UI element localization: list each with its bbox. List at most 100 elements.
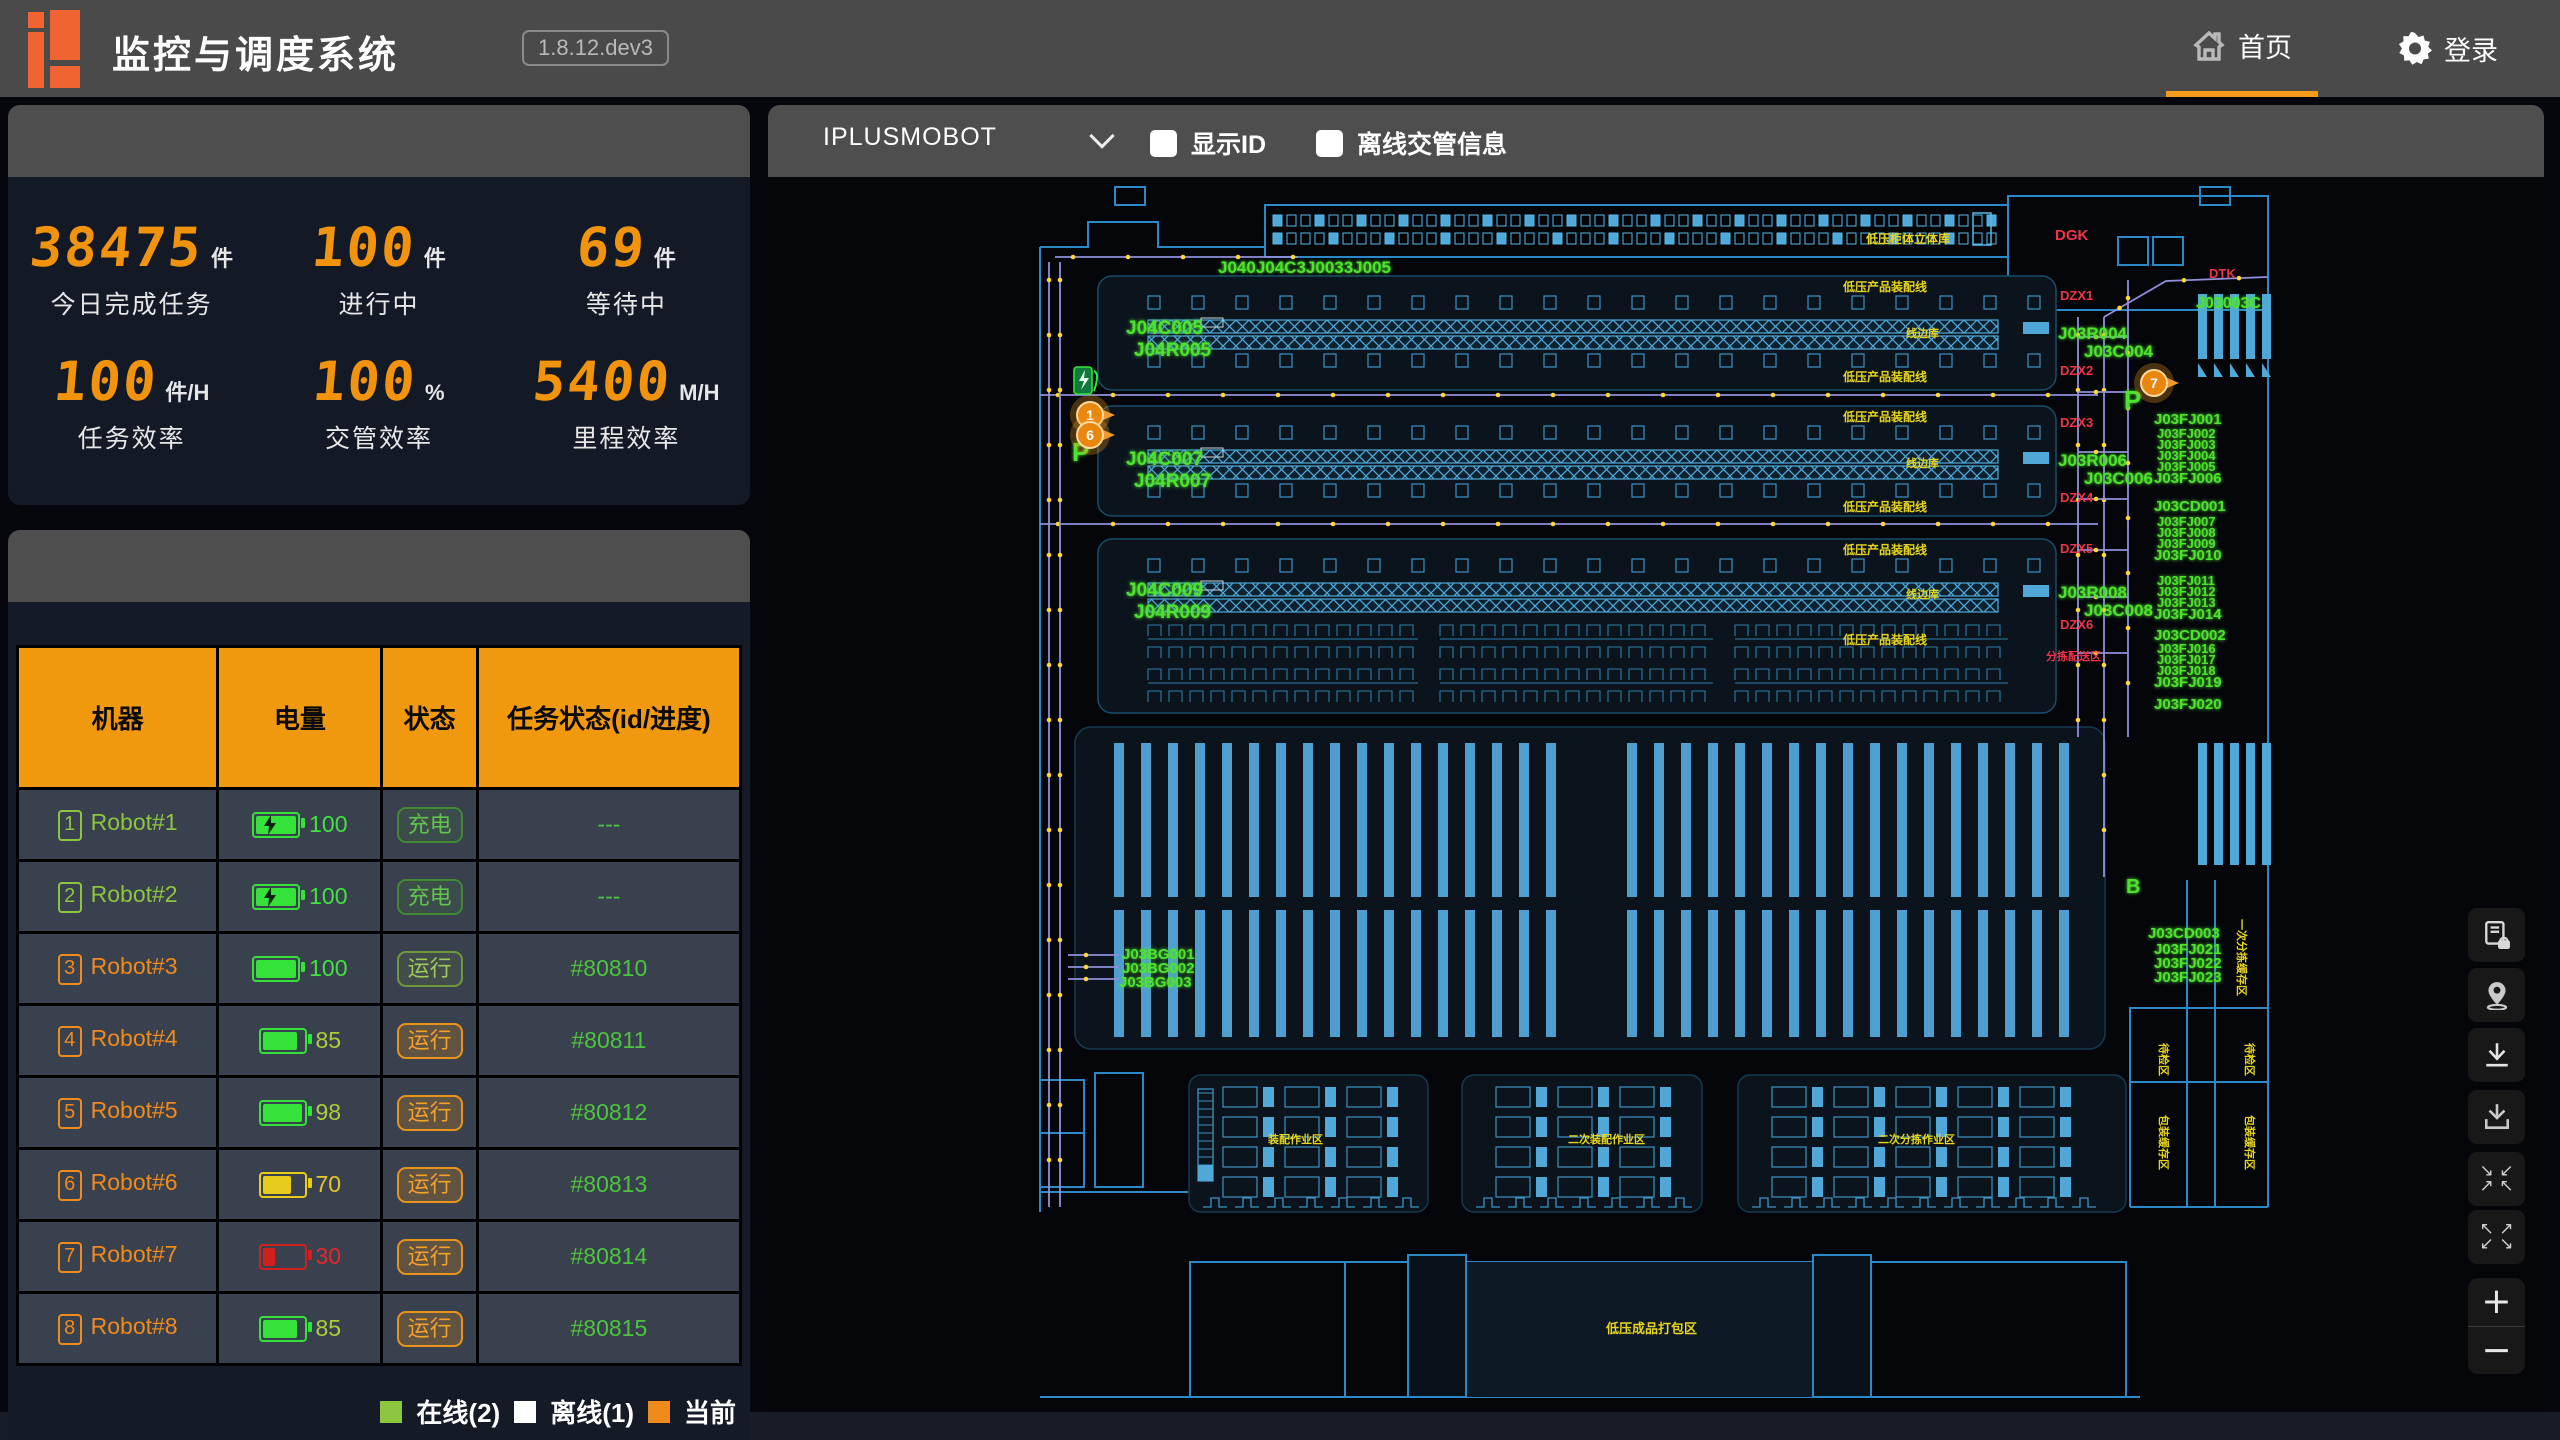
column-header-3: 任务状态(id/进度) bbox=[477, 647, 740, 789]
battery-percent: 100 bbox=[309, 955, 347, 981]
battery-percent: 30 bbox=[316, 1243, 342, 1269]
map-label: 线边库 bbox=[1906, 326, 1939, 340]
robot-name: Robot#8 bbox=[91, 1313, 178, 1339]
robot-name: Robot#2 bbox=[91, 881, 178, 907]
legend-label-0: 在线(2) bbox=[416, 1393, 500, 1430]
download-line-icon bbox=[2482, 1040, 2512, 1070]
legend-label-2: 当前 bbox=[684, 1393, 736, 1430]
task-id: #80811 bbox=[571, 1027, 646, 1053]
map-label: 分拣配送区 bbox=[2046, 649, 2101, 663]
robot-name: Robot#4 bbox=[91, 1025, 178, 1051]
chevron-down-icon[interactable] bbox=[1089, 123, 1114, 148]
stat-value: 100 bbox=[311, 355, 419, 409]
status-badge: 充电 bbox=[397, 807, 463, 843]
map-label: J04R009 bbox=[1134, 602, 1211, 623]
robot-row-3[interactable]: 3Robot#3100运行#80810 bbox=[18, 933, 741, 1005]
checkbox-icon[interactable] bbox=[1150, 130, 1177, 157]
nav-login[interactable]: 登录 bbox=[2372, 0, 2524, 97]
stat-item-2: 69件等待中 bbox=[503, 221, 750, 321]
task-id: #80814 bbox=[571, 1243, 648, 1269]
battery-percent: 85 bbox=[316, 1315, 342, 1341]
map-label: J03FJ023 bbox=[2154, 969, 2222, 986]
svg-text:6: 6 bbox=[1086, 427, 1094, 443]
stat-value: 38475 bbox=[28, 221, 205, 275]
stat-label: 任务效率 bbox=[8, 419, 255, 455]
stat-unit: % bbox=[425, 380, 445, 406]
robot-row-2[interactable]: 2Robot#2100充电--- bbox=[18, 861, 741, 933]
map-label: DZX1 bbox=[2060, 288, 2093, 303]
status-badge: 运行 bbox=[397, 951, 463, 987]
stats-grid: 38475件今日完成任务100件进行中69件等待中100件/H任务效率100%交… bbox=[8, 177, 750, 455]
collapse-button[interactable]: ↘ ↙↗ ↖ bbox=[2468, 1152, 2525, 1206]
factory-floor-map[interactable]: J040J04C3J0033J005J04C005J04R005J04C007J… bbox=[768, 177, 2544, 1412]
robot-number-badge: 2 bbox=[58, 882, 82, 913]
task-id: #80813 bbox=[571, 1171, 648, 1197]
battery-icon bbox=[259, 1244, 307, 1270]
map-label: J03C006 bbox=[2084, 469, 2153, 488]
map-label: DZX2 bbox=[2060, 363, 2093, 378]
nav-home[interactable]: 首页 bbox=[2166, 0, 2318, 97]
download-line-button[interactable] bbox=[2468, 1028, 2525, 1082]
map-label: 低压产品装配线 bbox=[1842, 279, 1927, 294]
stat-item-5: 5400M/H里程效率 bbox=[503, 355, 750, 455]
robot-number-badge: 3 bbox=[58, 954, 82, 985]
map-label: J03R008 bbox=[2058, 583, 2127, 602]
app-title: 监控与调度系统 bbox=[112, 24, 399, 79]
battery-percent: 85 bbox=[316, 1027, 342, 1053]
stat-unit: 件 bbox=[211, 241, 233, 273]
robot-row-5[interactable]: 5Robot#598运行#80812 bbox=[18, 1077, 741, 1149]
robot-row-7[interactable]: 7Robot#730运行#80814 bbox=[18, 1221, 741, 1293]
map-label: 低压产品装配线 bbox=[1842, 409, 1927, 424]
stat-item-3: 100件/H任务效率 bbox=[8, 355, 255, 455]
map-label: 待检区 bbox=[2157, 1042, 2171, 1076]
task-id: #80812 bbox=[571, 1099, 648, 1125]
map-label: 低压产品装配线 bbox=[1842, 369, 1927, 384]
download-tray-button[interactable] bbox=[2468, 1090, 2525, 1144]
checkbox-icon[interactable] bbox=[1316, 130, 1343, 157]
battery-percent: 98 bbox=[316, 1099, 342, 1125]
robot-number-badge: 8 bbox=[58, 1314, 82, 1345]
stat-item-4: 100%交管效率 bbox=[255, 355, 502, 455]
status-badge: 运行 bbox=[397, 1167, 463, 1203]
offline-traffic-checkbox[interactable]: 离线交管信息 bbox=[1316, 125, 1507, 161]
report-lock-icon bbox=[2482, 920, 2512, 950]
map-label: J040J04C3J0033J005 bbox=[1218, 258, 1391, 277]
zoom-out-button[interactable]: − bbox=[2468, 1327, 2525, 1374]
map-label: 低压产品装配线 bbox=[1842, 499, 1927, 514]
location-pin-button[interactable] bbox=[2468, 968, 2525, 1022]
map-label: J03FJ019 bbox=[2154, 674, 2222, 691]
robot-marker-7[interactable]: 7 bbox=[2134, 363, 2179, 403]
map-label: J03FJ006 bbox=[2154, 470, 2222, 487]
zoom-control: + − bbox=[2468, 1278, 2525, 1374]
gear-icon bbox=[2398, 32, 2432, 66]
report-lock-button[interactable] bbox=[2468, 908, 2525, 962]
map-selector-dropdown[interactable]: IPLUSMOBOT bbox=[823, 123, 997, 152]
robot-status-legend: 在线(2)离线(1)当前 bbox=[380, 1393, 736, 1430]
battery-percent: 70 bbox=[316, 1171, 342, 1197]
robot-row-6[interactable]: 6Robot#670运行#80813 bbox=[18, 1149, 741, 1221]
map-label: J04C007 bbox=[1126, 449, 1203, 470]
robot-number-badge: 4 bbox=[58, 1026, 82, 1057]
map-label: J04C005 bbox=[1126, 318, 1204, 339]
status-badge: 运行 bbox=[397, 1239, 463, 1275]
map-panel: IPLUSMOBOT 显示ID 离线交管信息 J040J04C3J0033J00… bbox=[768, 105, 2544, 1412]
map-label: J03CD001 bbox=[2154, 498, 2226, 515]
map-label: 一次分拣缓存区 bbox=[2235, 919, 2249, 996]
map-label: J04R007 bbox=[1134, 471, 1211, 492]
nav-login-label: 登录 bbox=[2444, 29, 2498, 68]
stat-value: 69 bbox=[574, 221, 648, 275]
expand-button[interactable]: ↖ ↗↙ ↘ bbox=[2468, 1210, 2525, 1264]
robot-number-badge: 7 bbox=[58, 1242, 82, 1273]
map-label: J03FJ014 bbox=[2154, 606, 2222, 623]
map-label: 装配作业区 bbox=[1267, 1132, 1323, 1146]
version-badge: 1.8.12.dev3 bbox=[522, 30, 669, 66]
legend-swatch-0 bbox=[380, 1401, 402, 1423]
robot-row-1[interactable]: 1Robot#1100充电--- bbox=[18, 789, 741, 861]
robot-row-8[interactable]: 8Robot#885运行#80815 bbox=[18, 1293, 741, 1365]
map-label: B bbox=[2126, 876, 2140, 898]
robots-panel-header bbox=[8, 530, 750, 602]
robot-row-4[interactable]: 4Robot#485运行#80811 bbox=[18, 1005, 741, 1077]
zoom-in-button[interactable]: + bbox=[2468, 1278, 2525, 1326]
show-id-checkbox[interactable]: 显示ID bbox=[1150, 125, 1266, 161]
map-label: DGK bbox=[2055, 227, 2089, 244]
